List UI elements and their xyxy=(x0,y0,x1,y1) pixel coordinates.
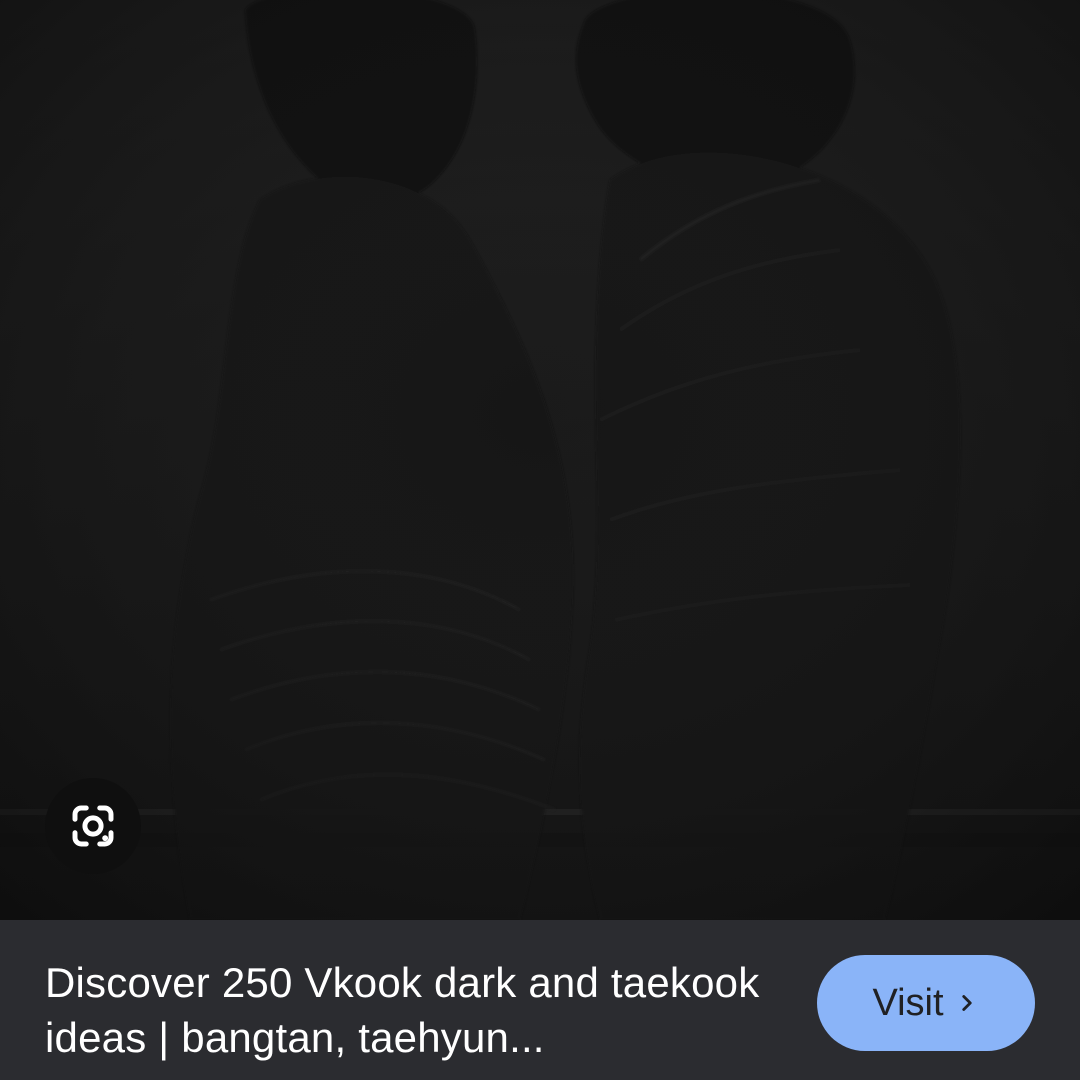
lens-search-button[interactable] xyxy=(45,778,141,874)
visit-button[interactable]: Visit xyxy=(817,955,1035,1051)
visit-button-label: Visit xyxy=(872,982,944,1024)
preview-image-artwork xyxy=(0,0,1080,920)
image-preview-screen: Discover 250 Vkook dark and taekook idea… xyxy=(0,0,1080,1080)
preview-image[interactable] xyxy=(0,0,1080,920)
result-title[interactable]: Discover 250 Vkook dark and taekook idea… xyxy=(45,955,785,1065)
chevron-right-icon xyxy=(961,995,972,1011)
google-lens-icon xyxy=(72,805,114,847)
